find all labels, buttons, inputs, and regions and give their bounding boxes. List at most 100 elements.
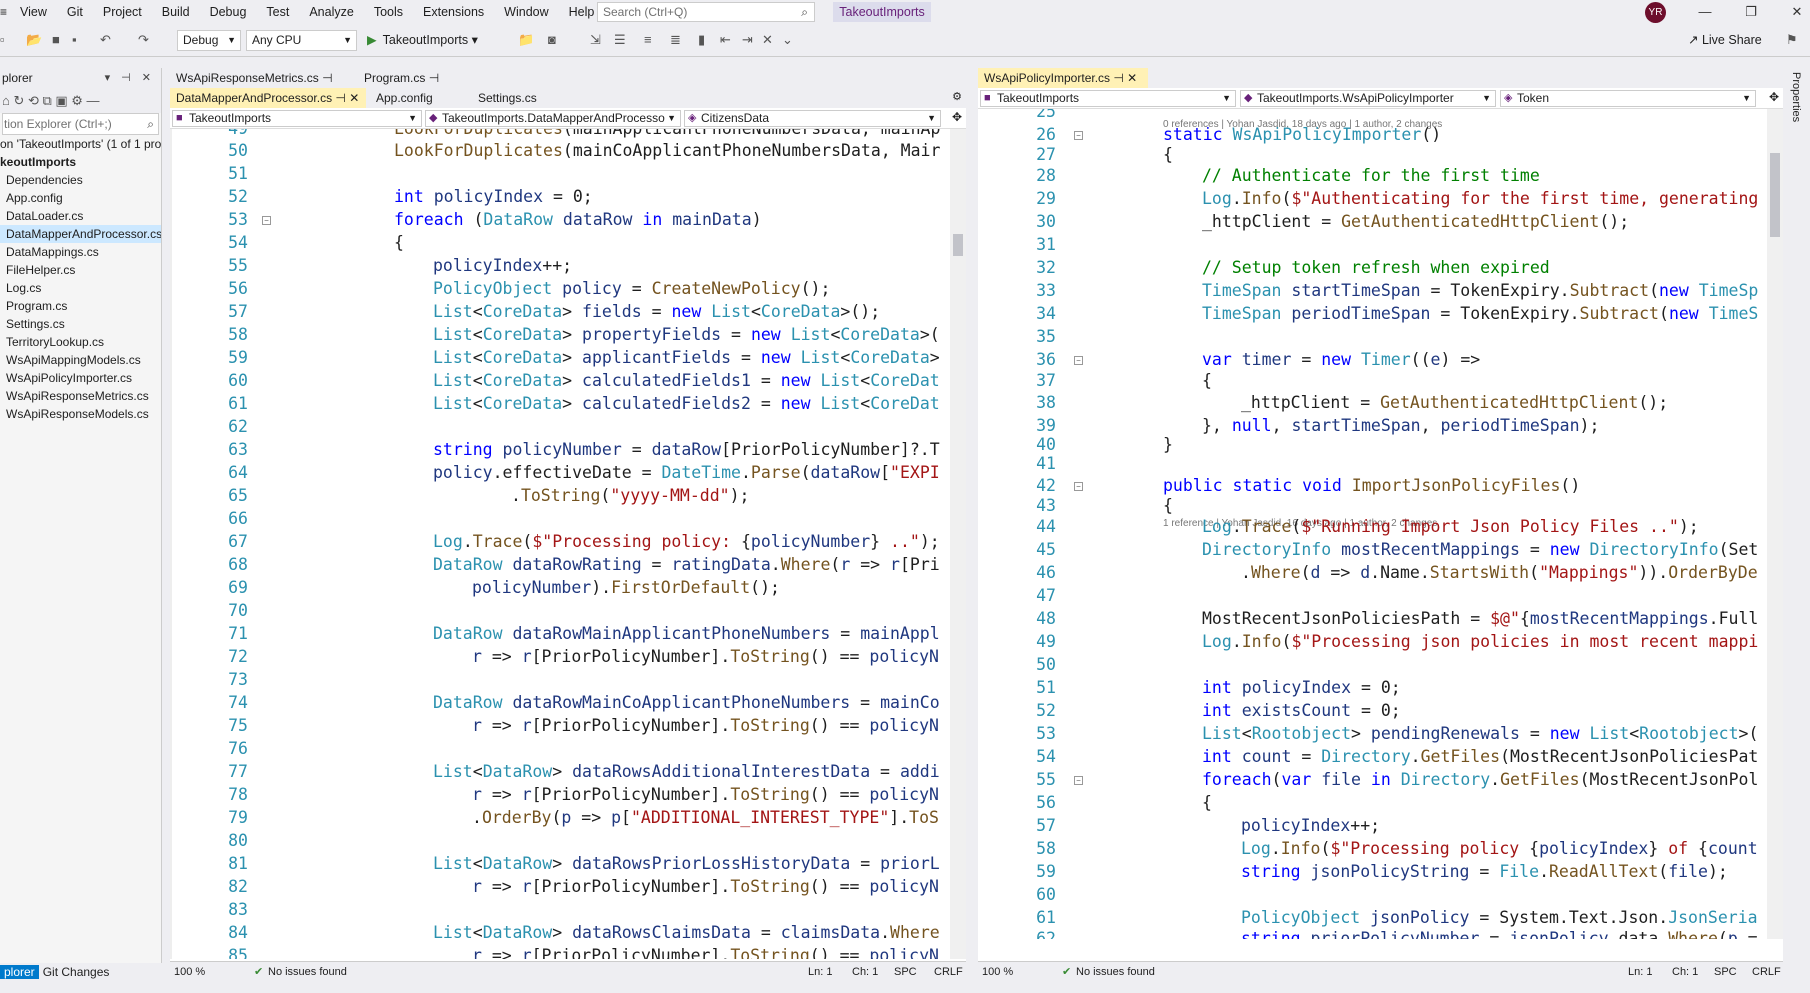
code-editor-right[interactable]: 0 references | Yohan Jasdid, 18 days ago…: [978, 109, 1783, 939]
open-folder-icon[interactable]: 📂: [26, 31, 42, 49]
tab-wsapiresponsemetrics[interactable]: WsApiResponseMetrics.cs ⊣: [170, 68, 358, 88]
undo-icon[interactable]: ↶: [100, 31, 111, 49]
tree-item[interactable]: DataMappings.cs: [0, 243, 161, 261]
gear-icon[interactable]: ⚙: [952, 90, 962, 103]
uncomment-icon[interactable]: ≣: [670, 31, 681, 49]
tree-item[interactable]: WsApiResponseModels.cs: [0, 405, 161, 423]
tree-item[interactable]: Program.cs: [0, 297, 161, 315]
project-nav-dropdown[interactable]: ■ TakeoutImports ▼: [980, 90, 1236, 107]
tab-program[interactable]: Program.cs ⊣: [358, 68, 468, 88]
project-node[interactable]: keoutImports: [0, 153, 161, 171]
config-select[interactable]: Debug ▼: [177, 30, 241, 51]
redo-icon[interactable]: ↷: [138, 31, 149, 49]
solution-node[interactable]: on 'TakeoutImports' (1 of 1 pro: [0, 135, 161, 153]
menu-project[interactable]: Project: [93, 0, 152, 24]
tab-settings[interactable]: Settings.cs: [472, 88, 582, 108]
code-text-left[interactable]: 49LookForDuplicates(mainApplicantPhoneNu…: [170, 129, 940, 959]
tree-item[interactable]: WsApiResponseMetrics.cs: [0, 387, 161, 405]
collapse-icon[interactable]: −: [1074, 356, 1083, 365]
menu-analyze[interactable]: Analyze: [299, 0, 363, 24]
type-nav-dropdown[interactable]: ◆ TakeoutImports.DataMapperAndProcesso ▼: [425, 110, 681, 127]
pin-icon[interactable]: ⊣: [322, 71, 332, 85]
tab-app-config[interactable]: App.config: [370, 88, 470, 108]
vertical-scrollbar[interactable]: [1767, 109, 1783, 939]
whitespace-mode[interactable]: SPC: [894, 962, 917, 982]
menu-debug[interactable]: Debug: [200, 0, 257, 24]
menu-tools[interactable]: Tools: [364, 0, 413, 24]
search-input[interactable]: Search (Ctrl+Q) ⌕: [597, 2, 815, 22]
comment-icon[interactable]: ≡: [644, 31, 652, 49]
clear-bookmarks-icon[interactable]: ✕: [762, 31, 773, 49]
panel-controls-icon[interactable]: ▾ ⊣ ✕: [105, 68, 155, 89]
editor-splitter[interactable]: [966, 68, 978, 981]
close-icon[interactable]: ✕: [1774, 0, 1810, 24]
tab-wsapipolicyimporter[interactable]: WsApiPolicyImporter.cs ⊣ ✕: [978, 68, 1148, 88]
overflow-icon[interactable]: ⌄: [782, 31, 793, 49]
tab-datamapperandprocessor[interactable]: DataMapperAndProcessor.cs ⊣ ✕: [170, 88, 366, 108]
zoom-level[interactable]: 100 %: [982, 962, 1013, 982]
scroll-thumb[interactable]: [953, 234, 963, 256]
collapse-icon[interactable]: −: [1074, 482, 1083, 491]
tree-item[interactable]: WsApiPolicyImporter.cs: [0, 369, 161, 387]
vertical-scrollbar[interactable]: [950, 129, 966, 959]
menu-build[interactable]: Build: [152, 0, 200, 24]
format-icon[interactable]: ☰: [614, 31, 626, 49]
line-endings[interactable]: CRLF: [934, 962, 963, 982]
code-text-right[interactable]: 25 26 static WsApiPolicyImporter() 27{ 28…: [978, 109, 1758, 939]
tree-item[interactable]: App.config: [0, 189, 161, 207]
prev-bookmark-icon[interactable]: ⇤: [720, 31, 731, 49]
member-nav-dropdown[interactable]: ◈ Token ▼: [1500, 90, 1756, 107]
member-nav-dropdown[interactable]: ◈ CitizensData ▼: [684, 110, 941, 127]
tree-item[interactable]: Log.cs: [0, 279, 161, 297]
issues-status[interactable]: No issues found: [1076, 962, 1155, 982]
bookmark-icon[interactable]: ▮: [698, 31, 705, 49]
properties-tab[interactable]: Properties: [1790, 72, 1802, 122]
scroll-thumb[interactable]: [1770, 153, 1780, 237]
collapse-icon[interactable]: −: [1074, 776, 1083, 785]
step-icon[interactable]: ⇲: [590, 31, 601, 49]
camera-icon[interactable]: ◙: [548, 31, 556, 49]
splitter[interactable]: [162, 68, 170, 981]
tree-item[interactable]: TerritoryLookup.cs: [0, 333, 161, 351]
menu-view[interactable]: View: [10, 0, 57, 24]
issues-status[interactable]: No issues found: [268, 962, 347, 982]
tree-item-selected[interactable]: DataMapperAndProcessor.cs: [0, 225, 161, 243]
avatar[interactable]: YR: [1645, 2, 1666, 23]
collapse-icon[interactable]: −: [1074, 131, 1083, 140]
zoom-level[interactable]: 100 %: [174, 962, 205, 982]
close-icon[interactable]: ✕: [349, 91, 359, 105]
type-nav-dropdown[interactable]: ◆ TakeoutImports.WsApiPolicyImporter ▼: [1240, 90, 1496, 107]
close-icon[interactable]: ✕: [1127, 71, 1137, 85]
platform-select[interactable]: Any CPU ▼: [246, 30, 357, 51]
tab-solution-explorer[interactable]: plorer: [0, 965, 39, 979]
tree-item[interactable]: WsApiMappingModels.cs: [0, 351, 161, 369]
new-item-icon[interactable]: ▫: [0, 31, 5, 49]
split-icon[interactable]: ✥: [1769, 90, 1779, 104]
restore-icon[interactable]: ❐: [1728, 0, 1774, 24]
pin-icon[interactable]: ⊣: [429, 71, 439, 85]
save-icon[interactable]: ■: [52, 31, 60, 49]
menu-extensions[interactable]: Extensions: [413, 0, 494, 24]
open-file-icon[interactable]: 📁: [518, 31, 534, 49]
menu-test[interactable]: Test: [256, 0, 299, 24]
tree-item[interactable]: DataLoader.cs: [0, 207, 161, 225]
live-share-button[interactable]: ↗ Live Share: [1688, 32, 1762, 47]
tree-item[interactable]: FileHelper.cs: [0, 261, 161, 279]
feedback-icon[interactable]: ⚑: [1786, 31, 1798, 49]
split-icon[interactable]: ✥: [952, 110, 962, 124]
project-nav-dropdown[interactable]: ■ TakeoutImports ▼: [172, 110, 422, 127]
tree-item[interactable]: Settings.cs: [0, 315, 161, 333]
save-all-icon[interactable]: ▪: [72, 31, 77, 49]
tree-item[interactable]: Dependencies: [0, 171, 161, 189]
collapse-icon[interactable]: −: [262, 216, 271, 225]
menu-git[interactable]: Git: [57, 0, 93, 24]
next-bookmark-icon[interactable]: ⇥: [742, 31, 753, 49]
minimize-icon[interactable]: —: [1682, 0, 1728, 24]
solution-explorer-toolbar[interactable]: ⌂ ↻ ⟲ ⧉ ▣ ⚙ —: [0, 89, 161, 113]
menu-window[interactable]: Window: [494, 0, 558, 24]
tab-git-changes[interactable]: Git Changes: [39, 965, 114, 979]
whitespace-mode[interactable]: SPC: [1714, 962, 1737, 982]
solution-search-input[interactable]: tion Explorer (Ctrl+;) ⌕: [2, 113, 159, 135]
run-button[interactable]: ▶ TakeoutImports ▾: [367, 30, 478, 51]
code-editor-left[interactable]: 49LookForDuplicates(mainApplicantPhoneNu…: [170, 129, 966, 959]
